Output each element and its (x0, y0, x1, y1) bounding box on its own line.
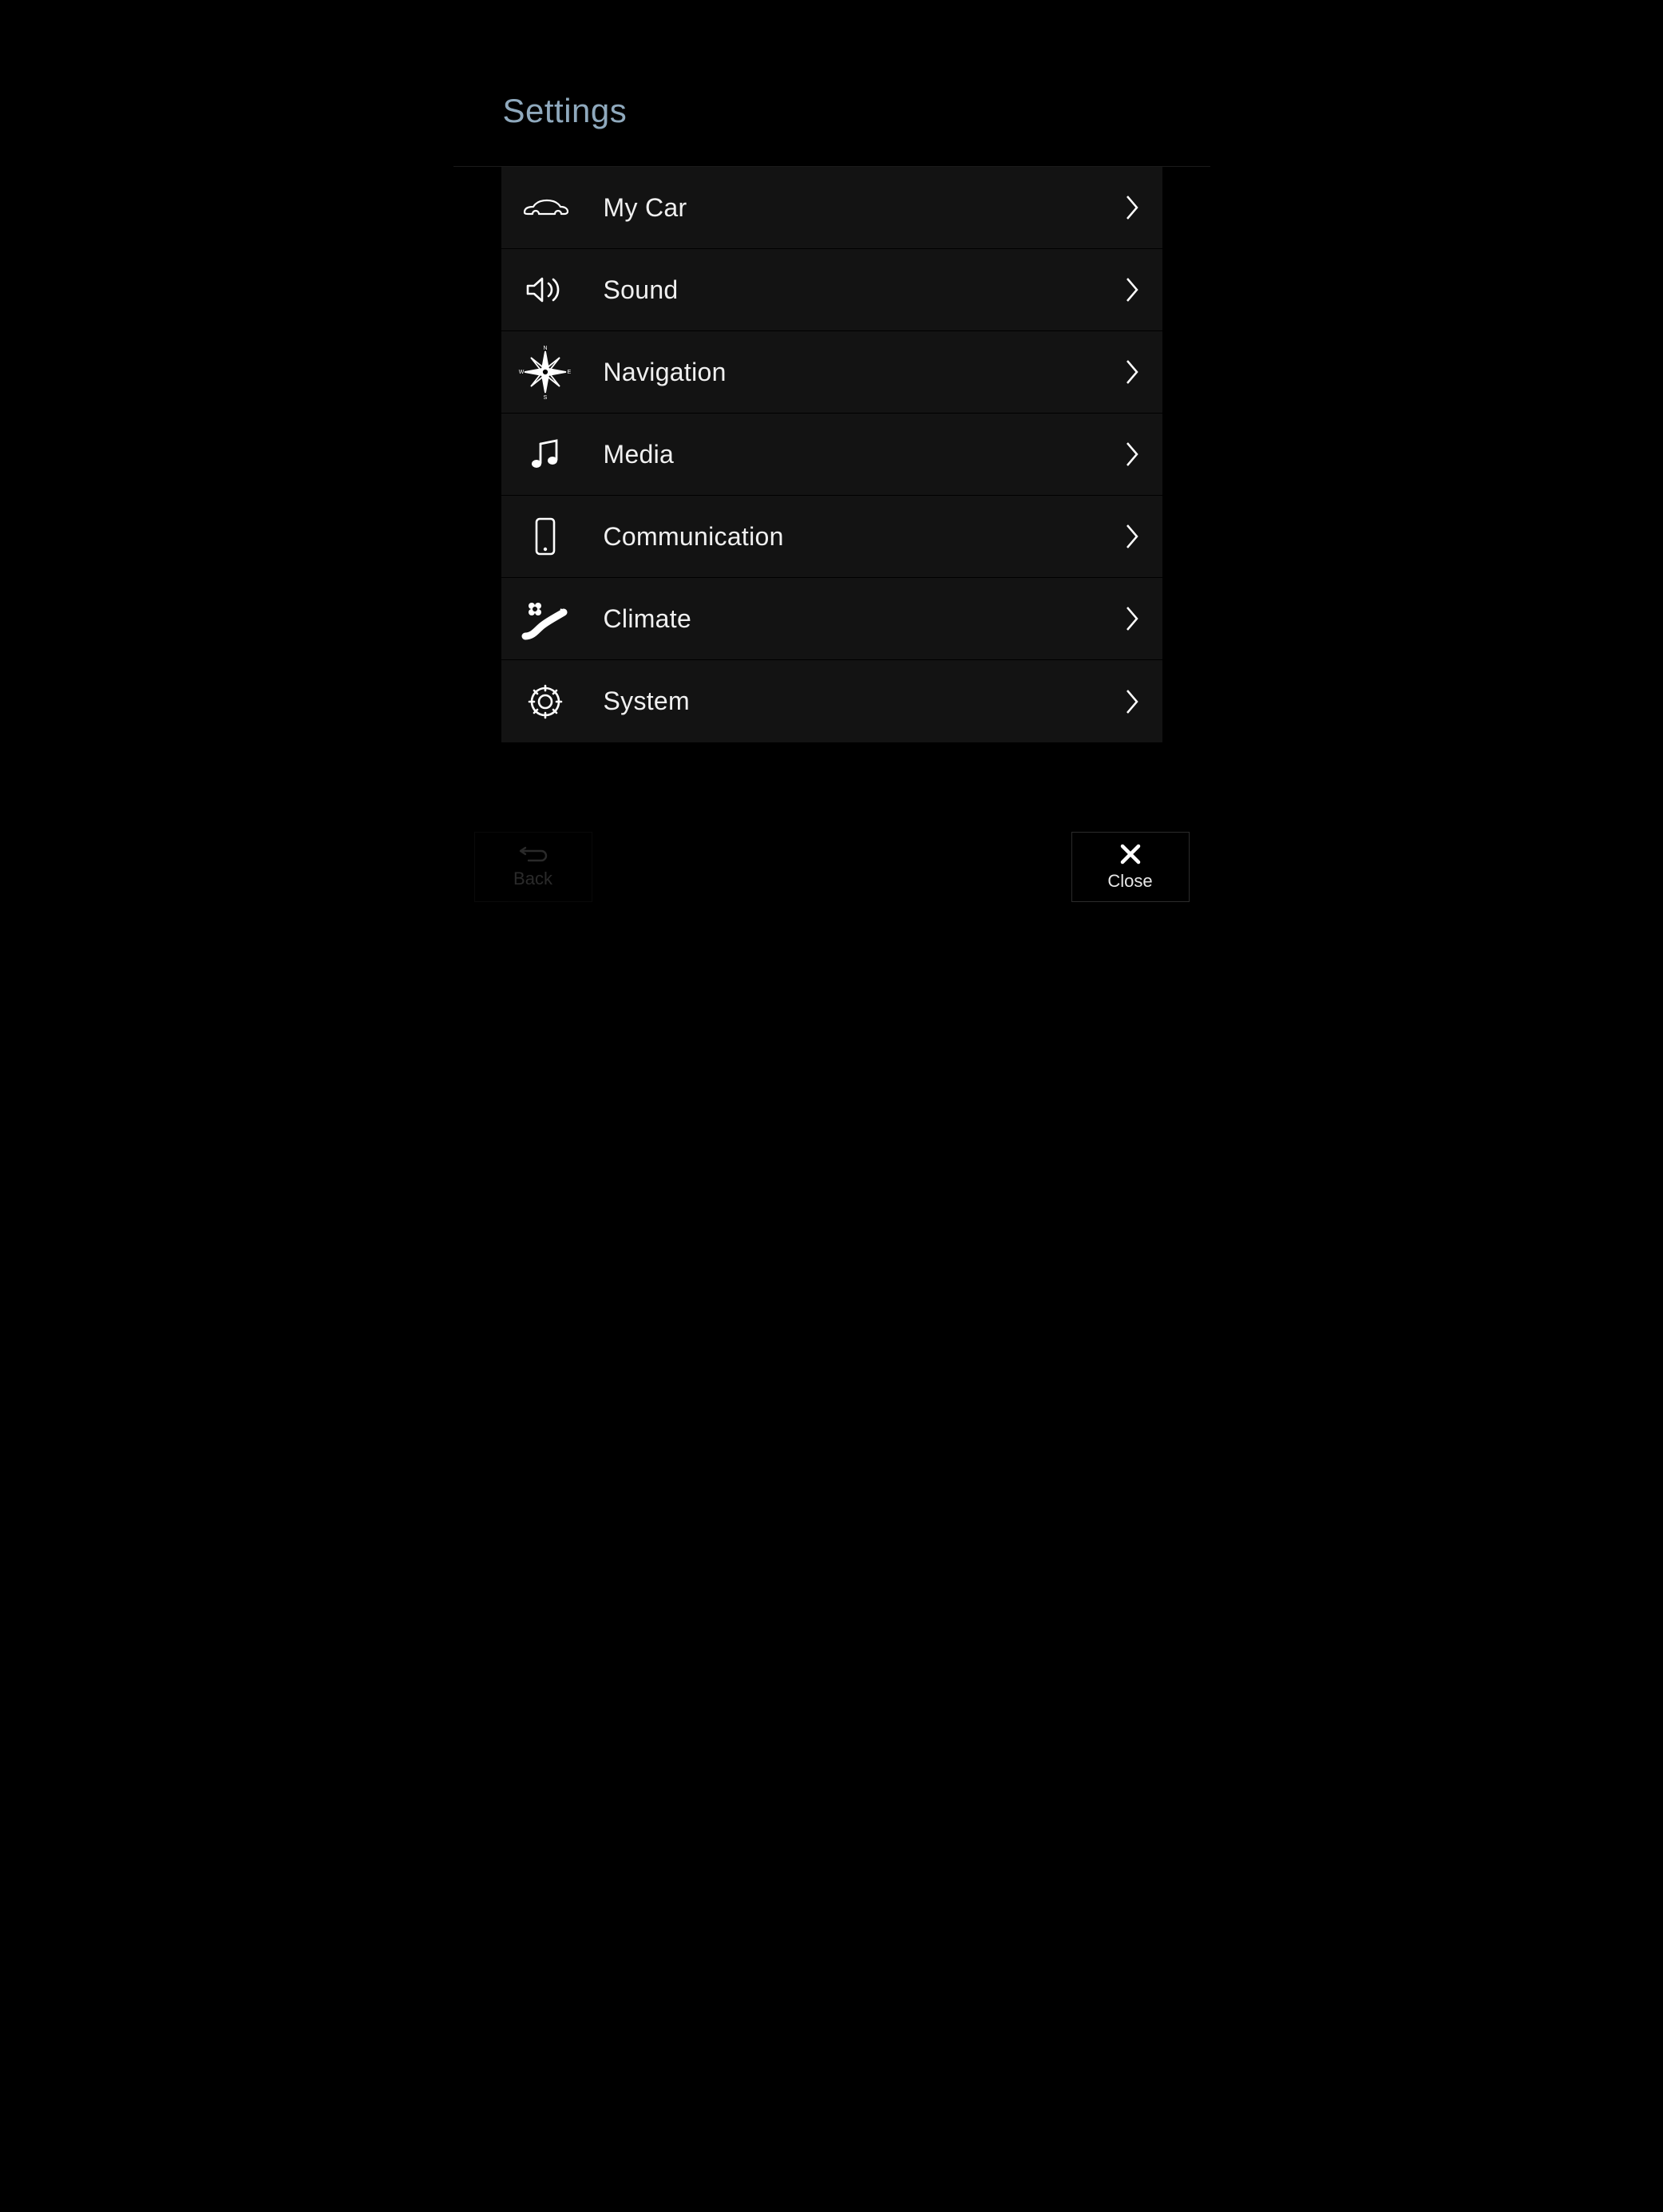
back-label: Back (513, 869, 552, 889)
phone-icon (516, 516, 575, 556)
chevron-right-icon (1124, 522, 1140, 551)
header: Settings (453, 0, 1210, 166)
menu-item-label: My Car (575, 193, 1124, 223)
gear-icon (516, 682, 575, 722)
chevron-right-icon (1124, 193, 1140, 222)
chevron-right-icon (1124, 275, 1140, 304)
svg-text:S: S (543, 395, 547, 401)
menu-item-navigation[interactable]: N E W S Navigation (501, 331, 1162, 414)
menu-item-sound[interactable]: Sound (501, 249, 1162, 331)
sound-icon (516, 274, 575, 306)
chevron-right-icon (1124, 687, 1140, 716)
back-icon (517, 845, 549, 864)
music-icon (516, 437, 575, 471)
svg-text:N: N (543, 346, 547, 351)
page-title: Settings (503, 92, 1210, 130)
chevron-right-icon (1124, 604, 1140, 633)
close-icon (1119, 842, 1142, 866)
chevron-right-icon (1124, 440, 1140, 469)
menu-item-label: Sound (575, 275, 1124, 305)
close-label: Close (1107, 871, 1152, 892)
compass-icon: N E W S (516, 343, 575, 401)
settings-screen: Settings My Car Soun (453, 0, 1210, 1062)
svg-text:W: W (518, 370, 524, 375)
menu-item-label: Navigation (575, 358, 1124, 387)
menu-item-label: Climate (575, 604, 1124, 634)
menu-item-label: Media (575, 440, 1124, 469)
menu-item-label: System (575, 687, 1124, 716)
footer-bar: Back Close (474, 832, 1190, 902)
back-button: Back (474, 832, 592, 902)
close-button[interactable]: Close (1071, 832, 1190, 902)
svg-text:E: E (567, 370, 571, 375)
climate-icon (516, 596, 575, 641)
menu-item-communication[interactable]: Communication (501, 496, 1162, 578)
settings-menu: My Car Sound (501, 167, 1162, 742)
chevron-right-icon (1124, 358, 1140, 386)
menu-item-media[interactable]: Media (501, 414, 1162, 496)
menu-item-my-car[interactable]: My Car (501, 167, 1162, 249)
menu-item-label: Communication (575, 522, 1124, 552)
menu-item-climate[interactable]: Climate (501, 578, 1162, 660)
car-icon (516, 196, 575, 219)
menu-item-system[interactable]: System (501, 660, 1162, 742)
